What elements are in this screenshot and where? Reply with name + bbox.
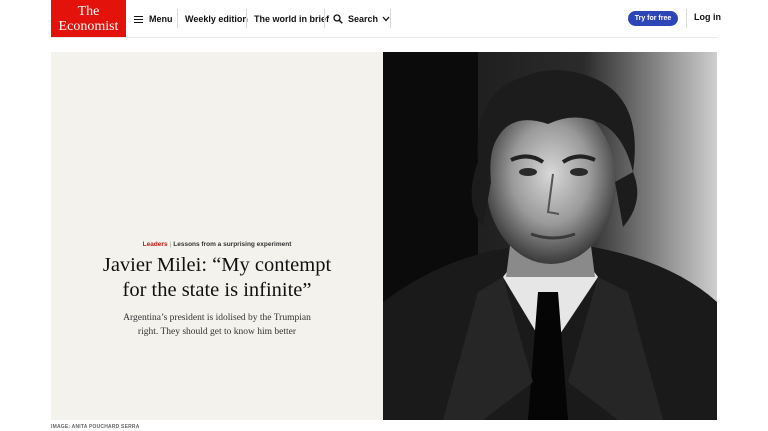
article-kicker: Leaders | Lessons from a surprising experi…: [51, 241, 383, 248]
search-button[interactable]: Search: [333, 10, 390, 28]
menu-button[interactable]: Menu: [134, 10, 173, 28]
section-link[interactable]: Leaders: [143, 241, 168, 248]
nav-divider: [390, 9, 391, 28]
hamburger-icon: [134, 15, 143, 23]
headline-line-2: for the state is infinite”: [122, 279, 312, 301]
nav-divider: [324, 9, 325, 28]
try-for-free-label: Try for free: [634, 15, 672, 22]
nav-divider: [246, 9, 247, 28]
site-header: The Economist Menu Weekly edition The wo…: [0, 0, 768, 38]
nav-divider: [177, 9, 178, 28]
search-label: Search: [348, 14, 379, 24]
economist-logo[interactable]: The Economist: [51, 0, 126, 37]
rubric-line-2: right. They should get to know him bette…: [137, 326, 297, 337]
weekly-edition-label: Weekly edition: [185, 14, 248, 24]
flytitle: Lessons from a surprising experiment: [173, 241, 292, 248]
portrait-image: [383, 52, 717, 420]
logo-line-2: Economist: [58, 19, 119, 34]
hero-text-panel: Leaders | Lessons from a surprising experi…: [51, 52, 383, 420]
world-in-brief-link[interactable]: The world in brief: [254, 10, 329, 28]
nav-divider: [686, 9, 687, 28]
chevron-down-icon: [382, 16, 390, 22]
search-icon: [333, 14, 343, 24]
log-in-link[interactable]: Log in: [694, 12, 721, 22]
menu-label: Menu: [149, 14, 173, 24]
rubric-line-1: Argentina’s president is idolised by the…: [123, 313, 311, 323]
world-in-brief-label: The world in brief: [254, 14, 330, 24]
logo-line-1: The: [77, 4, 100, 19]
hero-photo[interactable]: [383, 52, 717, 420]
weekly-edition-link[interactable]: Weekly edition: [185, 10, 248, 28]
kicker-separator: |: [169, 241, 172, 248]
image-credit: IMAGE: ANITA POUCHARD SERRA: [51, 424, 140, 430]
try-for-free-button[interactable]: Try for free: [628, 11, 678, 26]
article-headline[interactable]: Javier Milei: “My contempt for the state…: [51, 253, 383, 303]
headline-line-1: Javier Milei: “My contempt: [102, 254, 332, 276]
header-divider: [51, 37, 717, 38]
article-rubric: Argentina’s president is idolised by the…: [51, 312, 383, 339]
